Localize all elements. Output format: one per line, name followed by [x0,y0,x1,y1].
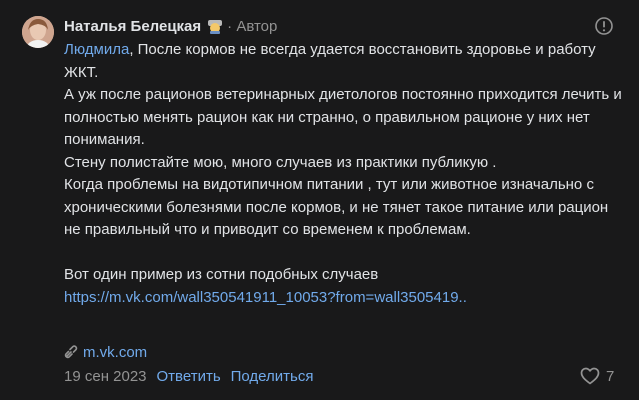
author-name[interactable]: Наталья Белецкая [64,18,201,35]
post-url-link[interactable]: https://m.vk.com/wall350541911_10053?fro… [64,289,467,306]
link-icon [64,345,78,359]
heart-icon [580,367,600,385]
example-text: Вот один пример из сотни подобных случае… [64,266,379,283]
share-button[interactable]: Поделиться [231,368,314,385]
comment-paragraph: Стену полистайте мою, много случаев из п… [64,153,497,171]
comment-paragraph-text: , После кормов не всегда удается восстан… [64,41,596,81]
author-emoji-icon [206,17,224,35]
like-button[interactable]: 7 [580,365,614,387]
avatar[interactable] [22,16,54,48]
comment-date[interactable]: 19 сен 2023 [64,368,147,385]
comment-footer: 19 сен 2023 Ответить Поделиться [64,366,313,386]
comment-header: Наталья Белецкая · Автор [64,15,277,37]
report-icon[interactable] [594,16,614,36]
comment-paragraph: Когда проблемы на видотипичном питании ,… [64,176,609,238]
mention-link[interactable]: Людмила [64,41,129,58]
attachment-link[interactable]: m.vk.com [64,342,147,362]
comment-paragraph: Людмила, После кормов не всегда удается … [64,39,624,84]
comment-text: Людмила, После кормов не всегда удается … [64,39,624,309]
comment-paragraph: А уж после рационов ветеринарных диетоло… [64,86,622,148]
reply-button[interactable]: Ответить [157,368,221,385]
comment: Наталья Белецкая · Автор Людмила, После … [0,0,639,400]
author-role-label: · Автор [227,17,278,35]
likes-count: 7 [606,367,615,385]
attachment-domain: m.vk.com [83,343,148,361]
